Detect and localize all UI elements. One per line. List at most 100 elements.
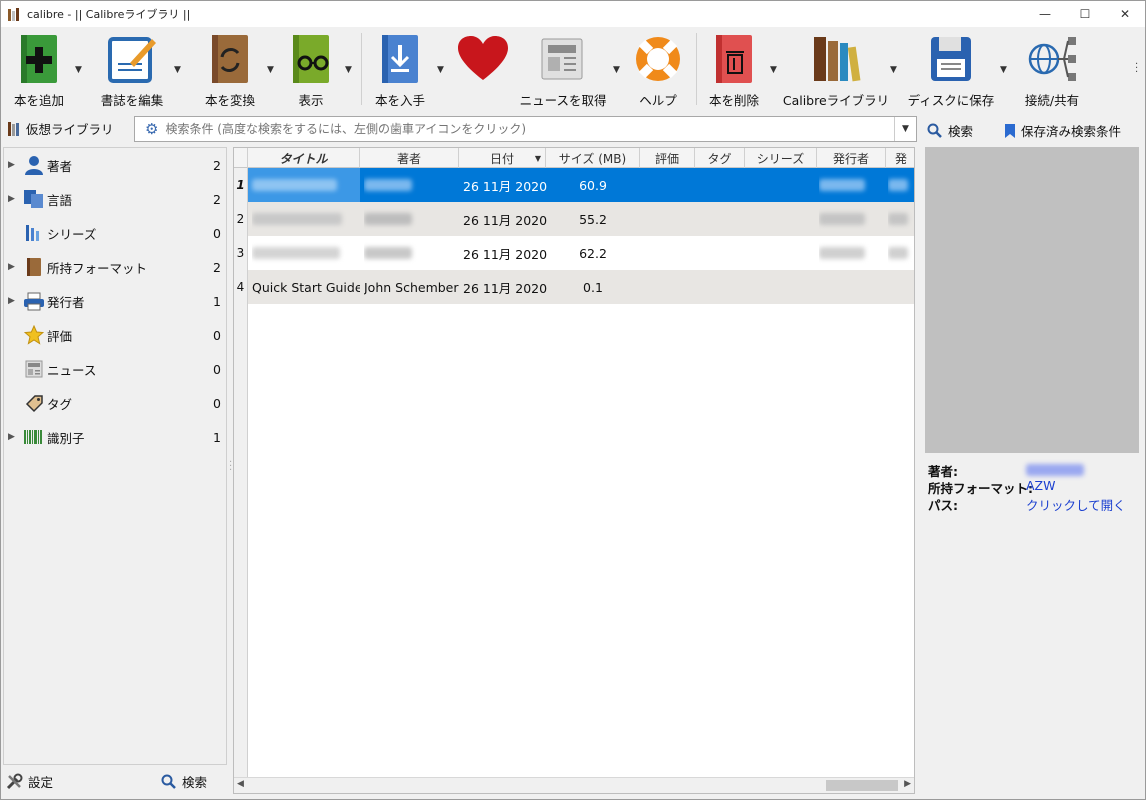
tag-category-formats[interactable]: ▶ 所持フォーマット 2 <box>4 250 226 284</box>
scroll-right-icon[interactable]: ▶ <box>904 779 911 789</box>
blurred-title <box>252 247 340 259</box>
column-header-author[interactable]: 著者 <box>360 148 459 168</box>
search-history-dropdown[interactable]: ▼ <box>894 117 916 141</box>
expand-arrow-icon[interactable]: ▶ <box>8 432 15 442</box>
tag-category-publisher[interactable]: ▶ 発行者 1 <box>4 284 226 318</box>
chevron-down-icon[interactable]: ▼ <box>174 65 181 75</box>
tag-category-identifiers[interactable]: ▶ 識別子 1 <box>4 420 226 454</box>
tools-icon <box>6 773 23 789</box>
tag-category-languages[interactable]: ▶ 言語 2 <box>4 182 226 216</box>
book-list: タイトル 著者 日付 ▼ サイズ (MB) 評価 タグ シリーズ 発行者 発 1… <box>233 147 915 794</box>
get-books-button[interactable]: 本を入手 <box>367 31 433 109</box>
column-header-tags[interactable]: タグ <box>695 148 745 168</box>
blurred-publisher <box>819 247 865 259</box>
gear-icon[interactable]: ⚙ <box>145 120 158 138</box>
blurred-published <box>888 247 908 259</box>
chevron-down-icon[interactable]: ▼ <box>345 65 352 75</box>
chevron-down-icon[interactable]: ▼ <box>75 65 82 75</box>
add-books-button[interactable]: 本を追加 <box>7 31 71 109</box>
row-number[interactable]: 4 <box>234 270 248 304</box>
expand-arrow-icon[interactable]: ▶ <box>8 160 15 170</box>
column-header-size[interactable]: サイズ (MB) <box>546 148 640 168</box>
chevron-down-icon[interactable]: ▼ <box>1000 65 1007 75</box>
expand-arrow-icon[interactable]: ▶ <box>8 194 15 204</box>
chevron-down-icon[interactable]: ▼ <box>613 65 620 75</box>
chevron-down-icon[interactable]: ▼ <box>890 65 897 75</box>
expand-arrow-icon[interactable]: ▶ <box>8 296 15 306</box>
chevron-down-icon[interactable]: ▼ <box>770 65 777 75</box>
tag-category-tags[interactable]: タグ 0 <box>4 386 226 420</box>
glasses-icon <box>283 31 339 87</box>
saved-searches-button[interactable]: 保存済み検索条件 <box>1004 121 1121 140</box>
help-button[interactable]: ヘルプ <box>629 31 687 109</box>
heart-icon <box>455 31 511 87</box>
chevron-down-icon[interactable]: ▼ <box>267 65 274 75</box>
cell-author <box>364 202 459 236</box>
author-link[interactable] <box>1026 464 1084 479</box>
cell-author: John Schember <box>364 279 459 295</box>
format-link[interactable]: AZW <box>1026 478 1055 493</box>
search-button[interactable]: 検索 <box>927 121 973 140</box>
tag-category-authors[interactable]: ▶ 著者 2 <box>4 148 226 182</box>
cell-author <box>364 168 459 202</box>
column-header-rating[interactable]: 評価 <box>640 148 695 168</box>
connect-share-button[interactable]: 接続/共有 <box>1017 31 1087 109</box>
cell-size: 55.2 <box>579 211 607 227</box>
donate-button[interactable] <box>453 31 513 109</box>
column-header-publisher[interactable]: 発行者 <box>817 148 886 168</box>
blurred-title <box>252 179 337 191</box>
column-header-published[interactable]: 発 <box>886 148 914 168</box>
table-row[interactable]: Quick Start Guide John Schember 26 11月 2… <box>248 270 914 304</box>
tag-category-rating[interactable]: 評価 0 <box>4 318 226 352</box>
search-input[interactable] <box>165 122 894 136</box>
tag-browser-settings-button[interactable]: 設定 <box>5 772 53 791</box>
edit-metadata-button[interactable]: 書誌を編集 <box>93 31 171 109</box>
trash-book-icon <box>706 31 762 87</box>
tag-browser-footer: 設定 検索 <box>1 769 227 793</box>
maximize-button[interactable]: ☐ <box>1065 1 1105 27</box>
calibre-library-button[interactable]: Calibreライブラリ <box>783 31 889 109</box>
row-number[interactable]: 1 <box>234 168 248 202</box>
column-header-date[interactable]: 日付 ▼ <box>459 148 546 168</box>
view-button[interactable]: 表示 <box>283 31 339 109</box>
tag-category-news[interactable]: ニュース 0 <box>4 352 226 386</box>
minimize-button[interactable]: — <box>1025 1 1065 27</box>
blurred-published <box>888 179 908 191</box>
chevron-down-icon[interactable]: ▼ <box>437 65 444 75</box>
cell-published <box>888 236 914 270</box>
table-row[interactable]: 26 11月 2020 62.2 <box>248 236 914 270</box>
network-globe-icon <box>1024 31 1080 87</box>
table-row[interactable]: 26 11月 2020 55.2 <box>248 202 914 236</box>
horizontal-scrollbar[interactable]: ◀ ▶ <box>234 777 914 793</box>
printer-icon <box>22 290 46 312</box>
splitter-handle[interactable]: · · · <box>229 458 232 476</box>
toolbar-separator <box>696 33 697 105</box>
cell-publisher <box>819 236 879 270</box>
tag-category-series[interactable]: シリーズ 0 <box>4 216 226 250</box>
add-book-icon <box>11 31 67 87</box>
path-link[interactable]: クリックして開く <box>1026 495 1126 514</box>
column-header-title[interactable]: タイトル <box>248 148 360 168</box>
remove-books-button[interactable]: 本を削除 <box>701 31 767 109</box>
cell-title: Quick Start Guide <box>252 279 360 295</box>
book-cover-area[interactable] <box>925 147 1139 453</box>
close-button[interactable]: ✕ <box>1105 1 1145 27</box>
title-bar: calibre - || Calibreライブラリ || — ☐ ✕ <box>1 1 1145 27</box>
fetch-news-button[interactable]: ニュースを取得 <box>520 31 606 109</box>
more-options-icon[interactable]: · · · <box>1135 60 1138 78</box>
tag-browser-find-button[interactable]: 検索 <box>161 772 207 791</box>
row-number[interactable]: 2 <box>234 202 248 236</box>
scrollbar-thumb[interactable] <box>826 780 898 791</box>
virtual-library-button[interactable]: 仮想ライブラリ <box>7 119 114 138</box>
expand-arrow-icon[interactable]: ▶ <box>8 262 15 272</box>
scroll-left-icon[interactable]: ◀ <box>237 779 244 789</box>
tag-icon <box>22 392 46 414</box>
floppy-disk-icon <box>923 31 979 87</box>
table-row[interactable]: 26 11月 2020 60.9 <box>248 168 914 202</box>
save-to-disk-button[interactable]: ディスクに保存 <box>907 31 995 109</box>
column-header-series[interactable]: シリーズ <box>745 148 817 168</box>
convert-books-button[interactable]: 本を変換 <box>197 31 263 109</box>
search-box[interactable]: ⚙ ▼ <box>134 116 917 142</box>
blurred-author <box>364 247 412 259</box>
row-number[interactable]: 3 <box>234 236 248 270</box>
